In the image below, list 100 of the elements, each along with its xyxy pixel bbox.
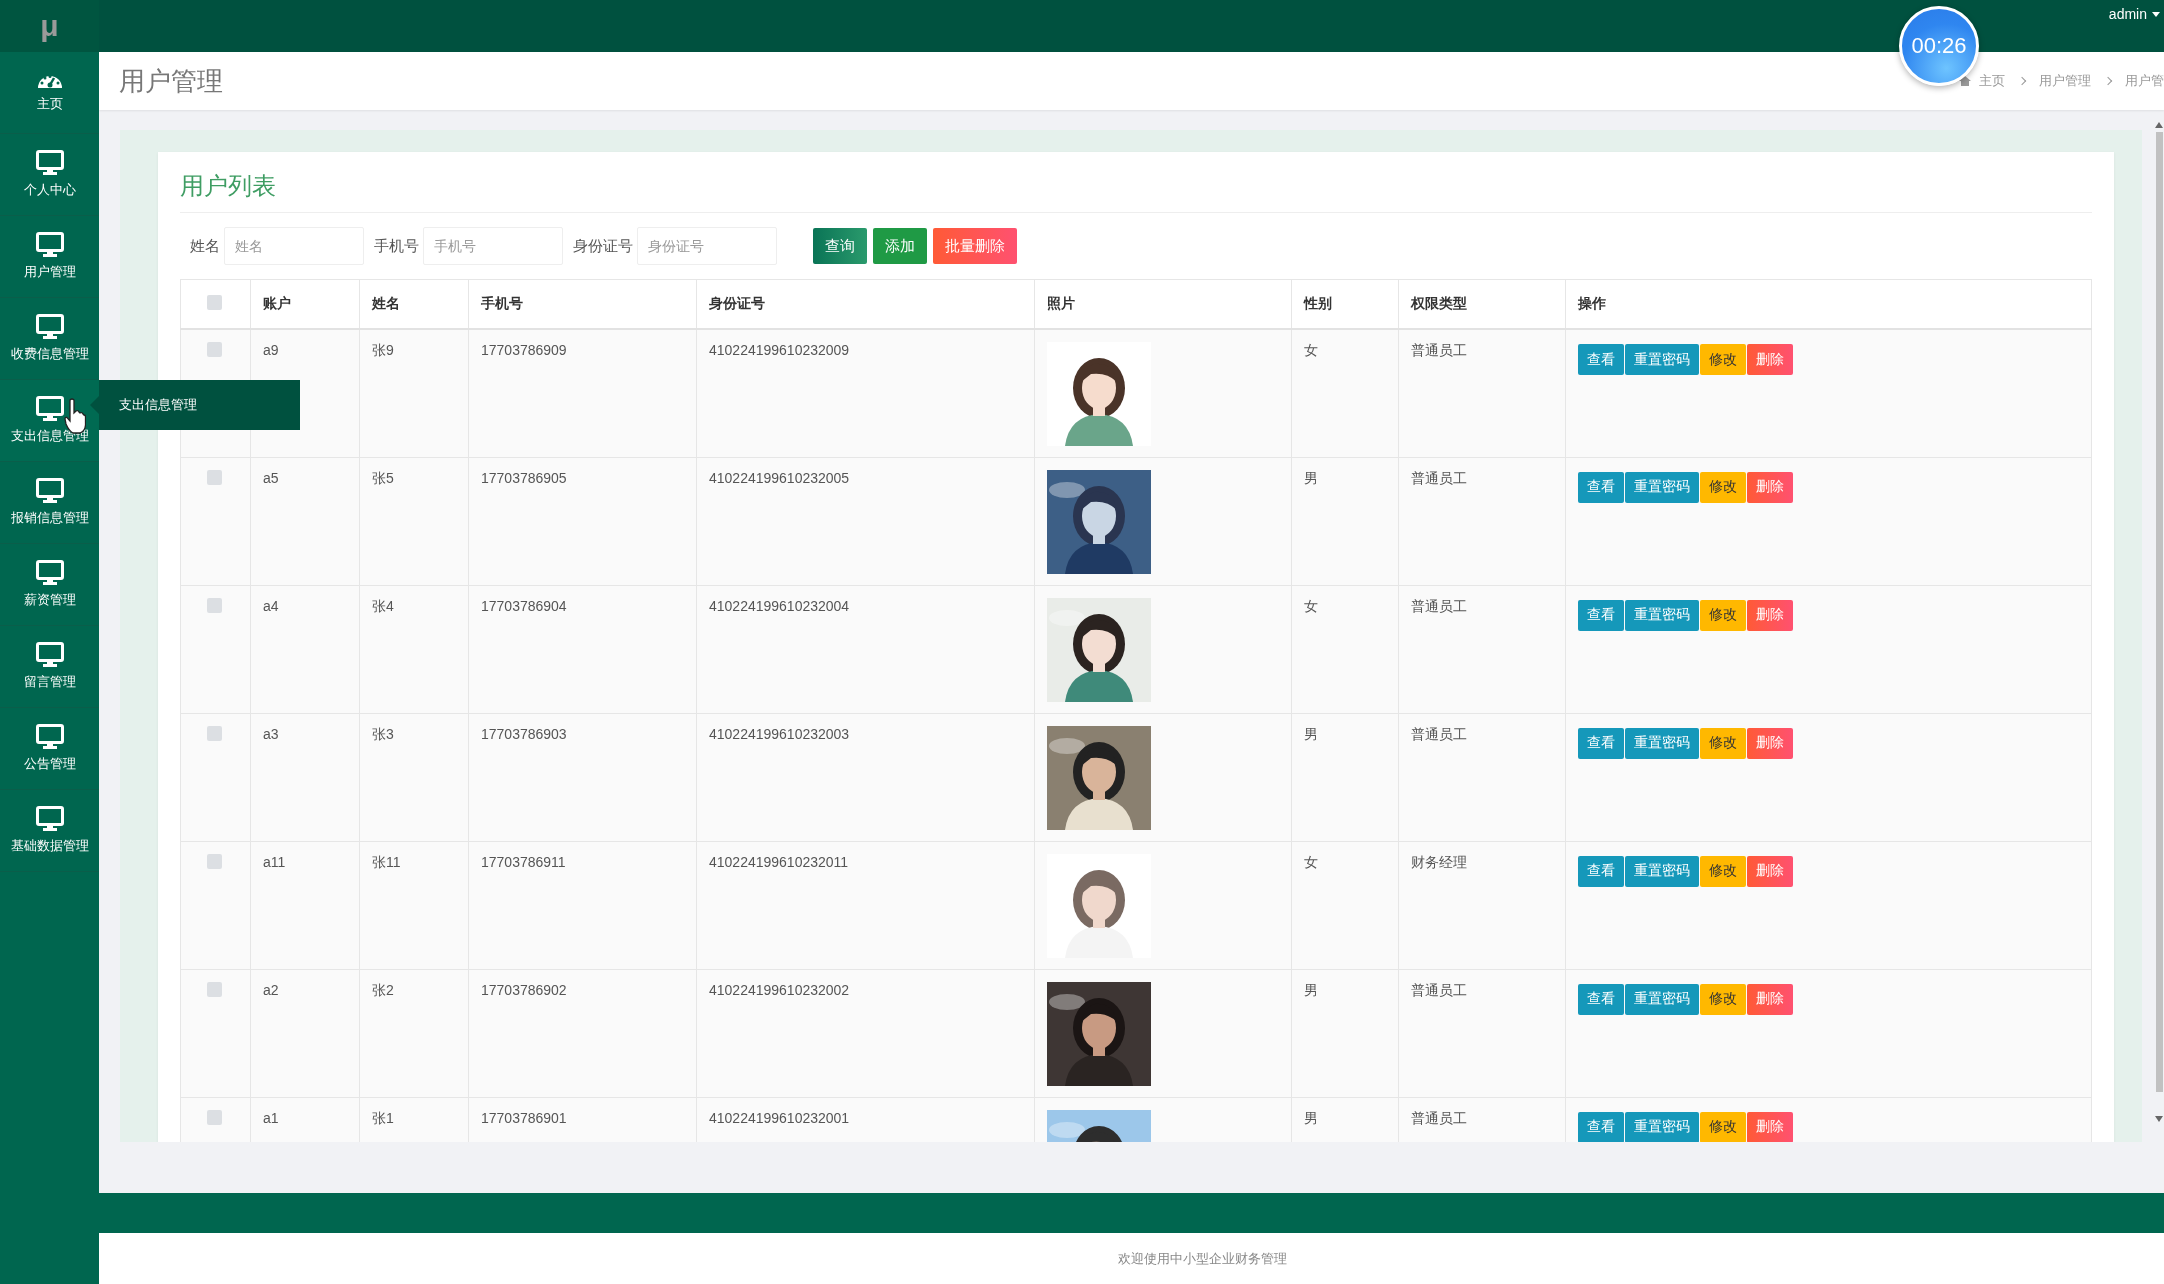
table-cell: 410224199610232002 bbox=[709, 981, 850, 998]
row-action-button[interactable]: 重置密码 bbox=[1625, 471, 1699, 503]
row-action-button[interactable]: 查看 bbox=[1578, 983, 1624, 1015]
sidebar-label: 主页 bbox=[36, 94, 63, 113]
table-cell: 女 bbox=[1304, 342, 1318, 358]
user-menu[interactable]: admin bbox=[2108, 6, 2160, 22]
row-action-button[interactable]: 修改 bbox=[1700, 1111, 1746, 1142]
timer: 00:26 bbox=[1899, 6, 1979, 86]
row-action-button[interactable]: 修改 bbox=[1700, 855, 1746, 887]
monitor-icon bbox=[35, 806, 64, 831]
row-action-button[interactable]: 删除 bbox=[1747, 983, 1793, 1015]
checkbox[interactable] bbox=[207, 853, 222, 869]
filter-label: 姓名 bbox=[189, 236, 221, 256]
row-action-button[interactable]: 重置密码 bbox=[1625, 344, 1699, 375]
checkbox[interactable] bbox=[207, 469, 222, 485]
table-cell: 张9 bbox=[372, 342, 394, 358]
action-button[interactable]: 查询 bbox=[813, 228, 867, 264]
table-cell: 17703786902 bbox=[481, 981, 567, 998]
row-action-button[interactable]: 删除 bbox=[1747, 727, 1793, 759]
table-cell: 410224199610232004 bbox=[709, 597, 850, 614]
table-cell: 17703786904 bbox=[481, 597, 567, 614]
row-action-button[interactable]: 修改 bbox=[1700, 344, 1746, 375]
sidebar-label: 用户管理 bbox=[23, 263, 76, 281]
table-cell: 17703786905 bbox=[481, 469, 567, 486]
row-action-button[interactable]: 重置密码 bbox=[1625, 1111, 1699, 1142]
table-cell: 张11 bbox=[372, 853, 401, 870]
row-action-button[interactable]: 查看 bbox=[1578, 344, 1624, 375]
scrollbar[interactable] bbox=[2154, 122, 2164, 1122]
row-action-button[interactable]: 删除 bbox=[1747, 1111, 1793, 1142]
row-action-button[interactable]: 查看 bbox=[1578, 471, 1624, 503]
monitor-icon bbox=[35, 232, 64, 257]
row-action-button[interactable]: 修改 bbox=[1700, 471, 1746, 503]
monitor-icon bbox=[35, 396, 64, 421]
row-action-button[interactable]: 查看 bbox=[1578, 855, 1624, 887]
checkbox[interactable] bbox=[207, 295, 222, 310]
table-cell: 410224199610232009 bbox=[709, 342, 850, 358]
table-cell: a11 bbox=[263, 853, 286, 870]
row-action-button[interactable]: 查看 bbox=[1578, 599, 1624, 631]
table-cell: 张5 bbox=[372, 469, 394, 486]
table-cell: 17703786903 bbox=[481, 725, 567, 742]
row-action-button[interactable]: 删除 bbox=[1747, 471, 1793, 503]
search-field[interactable]: 手机号 bbox=[423, 227, 563, 265]
breadcrumb-link[interactable]: 主页 bbox=[1979, 72, 2005, 90]
table-cell: 17703786911 bbox=[481, 853, 566, 870]
row-action-button[interactable]: 重置密码 bbox=[1625, 983, 1699, 1015]
column-header: 账户 bbox=[263, 295, 291, 311]
sidebar-label: 报销信息管理 bbox=[10, 509, 89, 527]
sidebar-label: 公告管理 bbox=[23, 755, 76, 773]
row-action-button[interactable]: 重置密码 bbox=[1625, 599, 1699, 631]
sidebar-label: 留言管理 bbox=[23, 673, 76, 691]
row-action-button[interactable]: 重置密码 bbox=[1625, 727, 1699, 759]
table-cell: 普通员工 bbox=[1411, 342, 1467, 358]
table-cell: 普通员工 bbox=[1411, 981, 1467, 998]
row-action-button[interactable]: 删除 bbox=[1747, 344, 1793, 375]
logo: μ bbox=[40, 9, 59, 43]
home-icon bbox=[1959, 76, 1971, 86]
checkbox[interactable] bbox=[207, 981, 222, 997]
column-header: 性别 bbox=[1304, 295, 1332, 311]
table-cell: a2 bbox=[263, 981, 279, 998]
table-cell: 17703786901 bbox=[481, 1109, 567, 1126]
breadcrumb-link[interactable]: 用户管 bbox=[2125, 72, 2164, 90]
row-action-button[interactable]: 删除 bbox=[1747, 599, 1793, 631]
checkbox[interactable] bbox=[207, 597, 222, 613]
action-button[interactable]: 添加 bbox=[873, 228, 927, 264]
caret-icon bbox=[2152, 11, 2160, 17]
column-header: 手机号 bbox=[481, 295, 523, 311]
table-cell: 张1 bbox=[372, 1109, 394, 1126]
row-action-button[interactable]: 查看 bbox=[1578, 1111, 1624, 1142]
footer-text: 欢迎使用中小型企业财务管理 bbox=[1118, 1249, 1287, 1268]
table-cell: 普通员工 bbox=[1411, 597, 1467, 614]
sidebar-label: 基础数据管理 bbox=[10, 837, 89, 855]
row-action-button[interactable]: 查看 bbox=[1578, 727, 1624, 759]
column-header: 操作 bbox=[1578, 295, 1606, 311]
filter-label: 手机号 bbox=[373, 236, 420, 256]
monitor-icon bbox=[35, 150, 64, 175]
column-header: 权限类型 bbox=[1411, 295, 1467, 311]
checkbox[interactable] bbox=[207, 342, 222, 357]
table-cell: 普通员工 bbox=[1411, 725, 1467, 742]
table-cell: 财务经理 bbox=[1411, 853, 1467, 870]
monitor-icon bbox=[35, 560, 64, 585]
monitor-icon bbox=[35, 724, 64, 749]
table-cell: 普通员工 bbox=[1411, 469, 1467, 486]
search-field[interactable]: 姓名 bbox=[224, 227, 364, 265]
action-button[interactable]: 批量删除 bbox=[933, 228, 1017, 264]
monitor-icon bbox=[35, 478, 64, 503]
search-field[interactable]: 身份证号 bbox=[637, 227, 777, 265]
column-header: 姓名 bbox=[372, 295, 400, 311]
breadcrumb-link[interactable]: 用户管理 bbox=[2039, 72, 2091, 90]
page-title: 用户管理 bbox=[119, 64, 223, 98]
row-action-button[interactable]: 重置密码 bbox=[1625, 855, 1699, 887]
row-action-button[interactable]: 修改 bbox=[1700, 727, 1746, 759]
row-action-button[interactable]: 修改 bbox=[1700, 599, 1746, 631]
table-cell: a9 bbox=[263, 342, 279, 358]
table-cell: 女 bbox=[1304, 597, 1318, 614]
checkbox[interactable] bbox=[207, 1109, 222, 1125]
row-action-button[interactable]: 删除 bbox=[1747, 855, 1793, 887]
checkbox[interactable] bbox=[207, 725, 222, 741]
filter-label: 身份证号 bbox=[572, 236, 634, 256]
row-action-button[interactable]: 修改 bbox=[1700, 983, 1746, 1015]
table-cell: a5 bbox=[263, 469, 279, 486]
